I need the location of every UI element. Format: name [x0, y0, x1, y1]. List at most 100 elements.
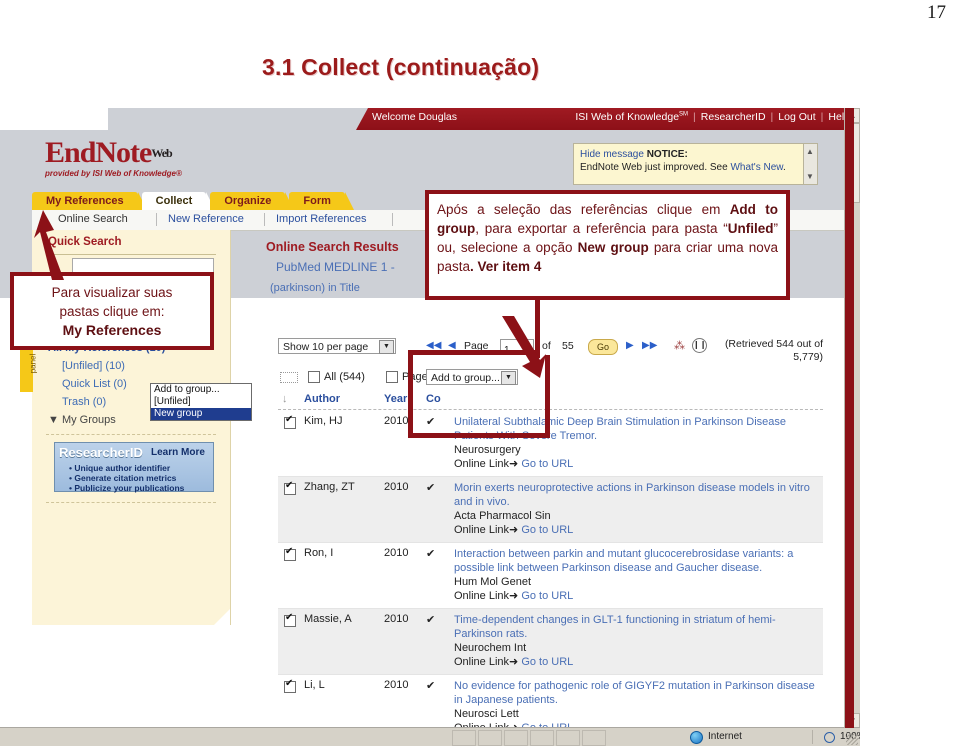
hide-message-link[interactable]: Hide message	[580, 149, 644, 160]
bold-unfiled: Unfiled	[727, 221, 774, 236]
header-links: ISI Web of KnowledgeSM | ResearcherID | Log …	[575, 111, 850, 127]
chevron-down-icon[interactable]: ▼	[379, 340, 394, 354]
row-journal: Hum Mol Genet	[454, 576, 532, 588]
sidebar-item-quick-list[interactable]: Quick List (0)	[62, 378, 127, 390]
researcher-id-promo[interactable]: ResearcherID Learn More • Unique author …	[54, 442, 214, 493]
brand-researcher: Researcher	[59, 445, 130, 460]
go-to-url-link[interactable]: Go to URL	[521, 590, 573, 602]
row-online-link: Online Link➜ Go to URL	[454, 589, 817, 603]
whats-new-link[interactable]: What's New	[730, 162, 782, 173]
arrow-icon: ➜	[509, 590, 519, 602]
row-journal: Neurosci Lett	[454, 708, 519, 720]
endnote-web-logo: EndNoteWeb provided by ISI Web of Knowle…	[45, 138, 182, 179]
sidebar-item-unfiled[interactable]: [Unfiled] (10)	[62, 360, 125, 372]
learn-more-link[interactable]: Learn More	[151, 447, 205, 458]
link-researcher-id[interactable]: ResearcherID	[701, 111, 766, 123]
bullet-icon: •	[69, 483, 72, 493]
row-year: 2010	[384, 547, 409, 559]
option-unfiled[interactable]: [Unfiled]	[151, 396, 251, 408]
option-add-to-group[interactable]: Add to group...	[151, 384, 251, 396]
bullet-text: Unique author identifier	[74, 463, 171, 473]
slide-accent-band	[845, 108, 854, 728]
go-to-url-link[interactable]: Go to URL	[521, 458, 573, 470]
scroll-down-icon[interactable]: ▼	[806, 170, 814, 183]
row-checkbox[interactable]	[284, 612, 296, 627]
row-year: 2010	[384, 481, 409, 493]
arrow-icon: ➜	[509, 524, 519, 536]
resize-grip[interactable]	[846, 733, 858, 745]
row-title[interactable]: Time-dependent changes in GLT-1 function…	[454, 613, 817, 641]
online-link-label: Online Link	[454, 524, 510, 536]
subnav-import-references[interactable]: Import References	[276, 213, 366, 225]
bold-ver-item: . Ver item 4	[470, 259, 542, 274]
row-body: Time-dependent changes in GLT-1 function…	[454, 613, 823, 669]
add-to-group-options-list[interactable]: Add to group... [Unfiled] New group	[150, 383, 252, 421]
go-button[interactable]: Go	[588, 339, 618, 355]
separator: |	[820, 111, 824, 123]
go-to-url-link[interactable]: Go to URL	[521, 656, 573, 668]
link-log-out[interactable]: Log Out	[778, 111, 815, 123]
option-new-group[interactable]: New group	[151, 408, 251, 420]
go-to-url-link[interactable]: Go to URL	[521, 524, 573, 536]
divider	[46, 434, 216, 435]
annotation-arrow-up-left	[34, 210, 64, 280]
row-body: Morin exerts neuroprotective actions in …	[454, 481, 823, 537]
drag-handle[interactable]	[280, 372, 298, 383]
row-journal: Neurosurgery	[454, 444, 521, 456]
table-row[interactable]: Massie, A 2010 ✔ Time-dependent changes …	[278, 609, 823, 675]
table-row[interactable]: Zhang, ZT 2010 ✔ Morin exerts neuroprote…	[278, 477, 823, 543]
main-tab-bar: My References Collect Organize Form	[32, 192, 354, 210]
sort-icon[interactable]: ⁂	[674, 339, 685, 352]
table-row[interactable]: Ron, I 2010 ✔ Interaction between parkin…	[278, 543, 823, 609]
retrieved-count: (Retrieved 544 out of 5,779)	[724, 338, 823, 363]
table-row[interactable]: Kim, HJ 2010 ✔ Unilateral Subthalamic De…	[278, 411, 823, 477]
next-page-button[interactable]: ▶	[626, 340, 634, 351]
sidebar-item-trash[interactable]: Trash (0)	[62, 396, 106, 408]
sidebar-item-my-groups[interactable]: ▼ My Groups	[48, 414, 116, 426]
select-all-checkbox[interactable]	[308, 371, 320, 383]
column-year[interactable]: Year	[384, 393, 407, 405]
subnav-divider	[264, 213, 265, 226]
row-checkbox[interactable]	[284, 480, 296, 495]
status-cell	[452, 730, 476, 746]
tab-collect[interactable]: Collect	[141, 192, 215, 210]
notice-scrollbar[interactable]: ▲ ▼	[803, 144, 817, 184]
last-page-button[interactable]: ▶▶	[642, 340, 657, 351]
divider	[278, 409, 823, 410]
subnav-online-search[interactable]: Online Search	[58, 213, 128, 225]
row-checkbox[interactable]	[284, 414, 296, 429]
row-author: Massie, A	[304, 613, 352, 625]
divider	[46, 254, 216, 255]
researcher-id-bullet: • Unique author identifier	[69, 463, 170, 473]
column-author[interactable]: Author	[304, 393, 340, 405]
row-title[interactable]: No evidence for pathogenic role of GIGYF…	[454, 679, 817, 707]
tab-organize[interactable]: Organize	[210, 192, 295, 210]
separator: |	[693, 111, 696, 123]
row-body: Interaction between parkin and mutant gl…	[454, 547, 823, 603]
notice-body: EndNote Web just improved. See	[580, 162, 731, 173]
welcome-label: Welcome Douglas	[372, 111, 458, 123]
app-header-bar: Welcome Douglas ISI Web of KnowledgeSM | R…	[0, 108, 860, 130]
scroll-up-icon[interactable]: ▲	[806, 145, 814, 158]
zoom-icon[interactable]	[824, 732, 835, 743]
notice-box: Hide message NOTICE: EndNote Web just im…	[573, 143, 818, 185]
row-title[interactable]: Interaction between parkin and mutant gl…	[454, 547, 817, 575]
researcher-id-brand: ResearcherID	[59, 445, 143, 460]
sort-arrow-icon[interactable]: ↓	[282, 393, 288, 405]
row-journal: Acta Pharmacol Sin	[454, 510, 551, 522]
select-page-checkbox[interactable]	[386, 371, 398, 383]
subnav-new-reference[interactable]: New Reference	[168, 213, 244, 225]
row-title[interactable]: Morin exerts neuroprotective actions in …	[454, 481, 817, 509]
row-checkbox[interactable]	[284, 546, 296, 561]
row-check-icon: ✔	[426, 548, 436, 560]
row-checkbox[interactable]	[284, 678, 296, 693]
tab-my-references[interactable]: My References	[32, 192, 147, 210]
tab-format[interactable]: Form	[289, 192, 354, 210]
row-author: Li, L	[304, 679, 325, 691]
per-page-select[interactable]: Show 10 per page ▼	[278, 338, 396, 354]
arrow-icon: ➜	[509, 458, 519, 470]
notice-title: NOTICE:	[646, 149, 688, 160]
results-table-body: Kim, HJ 2010 ✔ Unilateral Subthalamic De…	[278, 411, 823, 746]
link-isi-web-of-knowledge[interactable]: ISI Web of KnowledgeSM	[575, 111, 688, 123]
bullet-icon: •	[69, 473, 72, 483]
